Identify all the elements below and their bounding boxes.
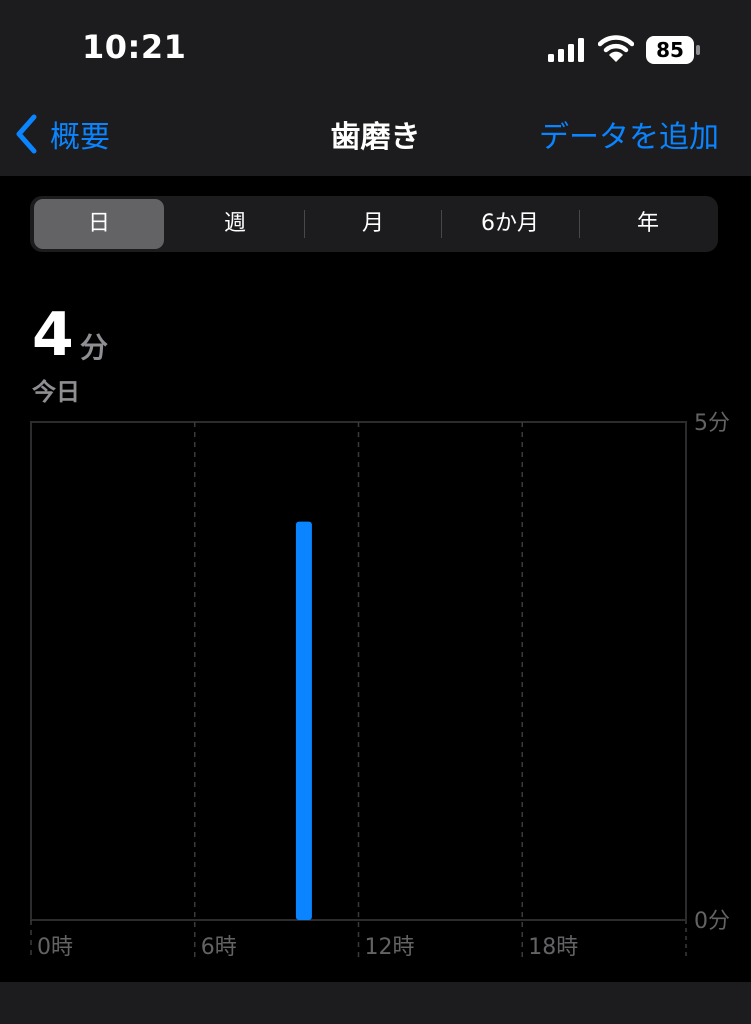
cellular-signal-icon	[548, 38, 584, 62]
chart-bar[interactable]	[295, 521, 312, 920]
status-time: 10:21	[82, 28, 187, 66]
add-data-button[interactable]: データを追加	[539, 112, 719, 156]
segment-6-months[interactable]: 6か月	[445, 199, 575, 249]
navigation-bar: 概要 歯磨き データを追加	[0, 100, 751, 176]
x-tick-label: 18時	[528, 935, 578, 960]
segment-day[interactable]: 日	[34, 199, 164, 249]
segment-divider	[441, 210, 442, 238]
wifi-icon	[598, 35, 634, 62]
segment-year[interactable]: 年	[583, 199, 713, 249]
segment-divider	[304, 210, 305, 238]
summary-value: 4	[32, 300, 74, 370]
y-tick-label: 0分	[694, 909, 730, 934]
status-bar: 10:21 85	[0, 0, 751, 100]
time-range-segmented-control: 日 週 月 6か月 年	[30, 196, 718, 252]
summary-unit: 分	[80, 331, 109, 364]
brushing-chart[interactable]: 0時 6時 12時 18時 5分 0分	[0, 400, 751, 980]
x-tick-label: 12時	[365, 935, 415, 960]
battery-level: 85	[656, 38, 684, 62]
battery-icon: 85	[646, 36, 702, 68]
segment-divider	[579, 210, 580, 238]
segment-week[interactable]: 週	[170, 199, 300, 249]
x-tick-label: 0時	[37, 935, 73, 960]
x-tick-label: 6時	[201, 935, 237, 960]
y-tick-label: 5分	[694, 411, 730, 436]
segment-month[interactable]: 月	[308, 199, 438, 249]
bottom-toolbar	[0, 982, 751, 1024]
